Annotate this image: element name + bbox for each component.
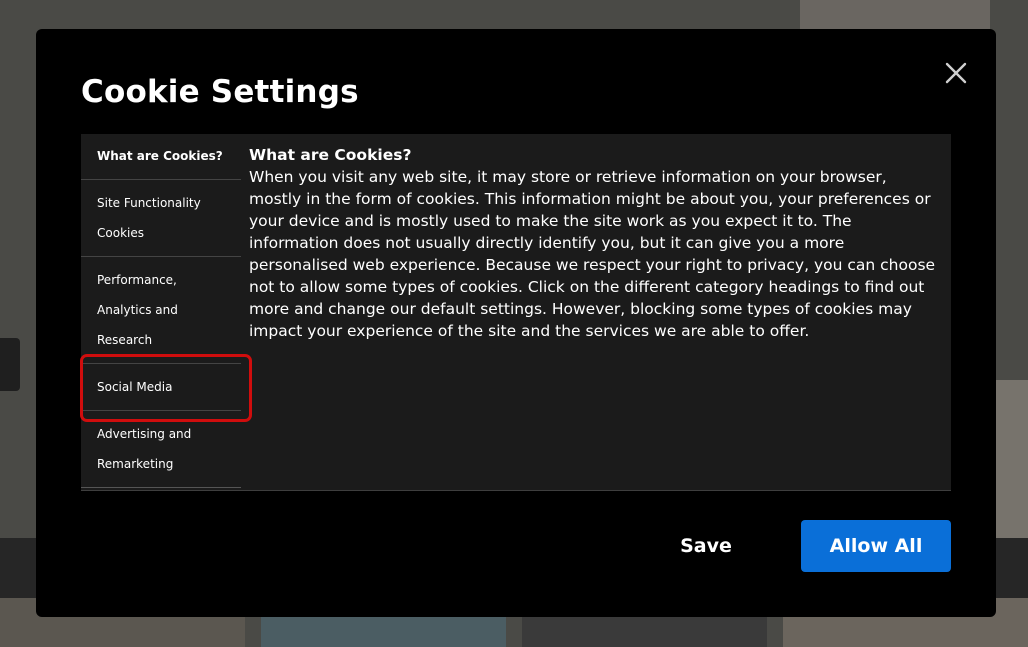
save-button[interactable]: Save — [661, 520, 751, 572]
nav-item-social-media[interactable]: Social Media — [81, 364, 241, 411]
nav-item-what-are-cookies[interactable]: What are Cookies? — [81, 134, 241, 180]
cookie-settings-dialog: Cookie Settings What are Cookies? Site F… — [36, 29, 996, 617]
background-image — [996, 380, 1028, 540]
cookie-description: What are Cookies? When you visit any web… — [249, 144, 939, 342]
allow-all-button[interactable]: Allow All — [801, 520, 951, 572]
content-heading: What are Cookies? — [249, 146, 412, 164]
nav-item-label: Site Functionality Cookies — [97, 196, 201, 240]
nav-item-advertising-remarketing[interactable]: Advertising and Remarketing — [81, 411, 241, 488]
cookie-category-nav: What are Cookies? Site Functionality Coo… — [81, 134, 241, 488]
cookie-content-panel: What are Cookies? Site Functionality Coo… — [80, 134, 951, 491]
background-image — [800, 0, 990, 30]
close-button[interactable] — [941, 58, 971, 88]
dialog-title: Cookie Settings — [81, 74, 359, 110]
nav-item-label: Advertising and Remarketing — [97, 427, 192, 471]
nav-item-site-functionality[interactable]: Site Functionality Cookies — [81, 180, 241, 257]
nav-item-label: Performance, Analytics and Research — [97, 273, 178, 347]
background-carousel-button — [0, 338, 20, 391]
nav-item-label: Social Media — [97, 380, 173, 394]
content-body: When you visit any web site, it may stor… — [249, 168, 936, 340]
nav-item-label: What are Cookies? — [97, 149, 223, 163]
nav-item-performance-analytics[interactable]: Performance, Analytics and Research — [81, 257, 241, 364]
close-icon — [945, 62, 967, 84]
